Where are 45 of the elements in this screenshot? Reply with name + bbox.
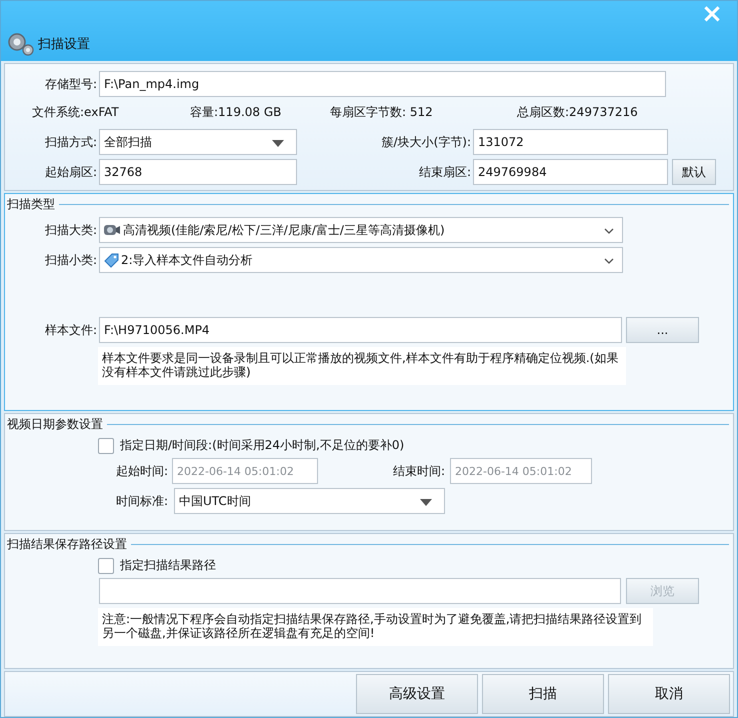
tag-icon xyxy=(103,252,119,268)
dialog-button[interactable]: 高级设置 xyxy=(356,674,478,714)
field-label: 起始扇区: xyxy=(44,164,97,180)
field-label: 扫描大类: xyxy=(44,222,97,238)
section-title: 扫描结果保存路径设置 xyxy=(7,536,127,553)
path-field[interactable] xyxy=(99,578,621,604)
sample-file-field[interactable]: F:\H9710056.MP4 xyxy=(99,317,622,343)
note-text: 注意:一般情况下程序会自动指定扫描结果保存路径,手动设置时为了避免覆盖,请把扫描结果路径设置到另一个磁盘,并保证该路径所在逻辑盘有充足的空间! xyxy=(98,608,653,646)
info-text: 容量:119.08 GB xyxy=(190,104,282,121)
field-label: 存储型号: xyxy=(44,76,97,92)
checkbox-label: 指定扫描结果路径 xyxy=(120,557,216,574)
checkbox[interactable] xyxy=(98,438,114,454)
dialog-button[interactable]: 取消 xyxy=(608,674,730,714)
field-label: 结束时间: xyxy=(392,462,445,480)
major-category-dropdown[interactable]: 高清视频(佳能/索尼/松下/三洋/尼康/富士/三星等高清摄像机) xyxy=(99,217,623,243)
gear-icon xyxy=(7,31,35,57)
default-button[interactable]: 默认 xyxy=(672,159,716,185)
end-sector-field[interactable]: 249769984 xyxy=(473,159,668,185)
info-text: 每扇区字节数: 512 xyxy=(330,104,433,121)
field-label: 起始时间: xyxy=(114,462,168,480)
scan-mode-dropdown[interactable]: 全部扫描 xyxy=(99,129,297,155)
dialog-button[interactable]: 扫描 xyxy=(482,674,604,714)
browse-button[interactable]: ... xyxy=(626,317,699,343)
field-label: 扫描小类: xyxy=(44,252,97,268)
time-standard-dropdown[interactable]: 中国UTC时间 xyxy=(174,488,445,514)
storage-field[interactable]: F:\Pan_mp4.img xyxy=(99,71,666,97)
field-label: 扫描方式: xyxy=(44,134,97,150)
field-label: 结束扇区: xyxy=(418,164,471,180)
note-text: 样本文件要求是同一设备录制且可以正常播放的视频文件,样本文件有助于程序精确定位视频.(如果没有样本文件请跳过此步骤) xyxy=(98,347,626,385)
info-text: 文件系统:exFAT xyxy=(32,104,119,121)
field-label: 时间标准: xyxy=(114,492,168,510)
checkbox[interactable] xyxy=(98,558,114,574)
window-title: 扫描设置 xyxy=(38,36,90,53)
info-text: 总扇区数:249737216 xyxy=(517,104,638,121)
field-label: 样本文件: xyxy=(44,322,97,338)
camera-icon xyxy=(103,222,121,238)
section-title: 扫描类型 xyxy=(7,196,55,213)
minor-category-dropdown[interactable]: 2:导入样本文件自动分析 xyxy=(99,247,623,273)
field-label: 簇/块大小(字节): xyxy=(380,134,471,150)
chevron-down-icon xyxy=(604,258,614,264)
start-sector-field[interactable]: 32768 xyxy=(99,159,297,185)
checkbox-label: 指定日期/时间段:(时间采用24小时制,不足位的要补0) xyxy=(120,437,404,454)
chevron-down-icon xyxy=(604,228,614,234)
section-title: 视频日期参数设置 xyxy=(7,416,103,433)
cluster-size-field[interactable]: 131072 xyxy=(473,129,668,155)
